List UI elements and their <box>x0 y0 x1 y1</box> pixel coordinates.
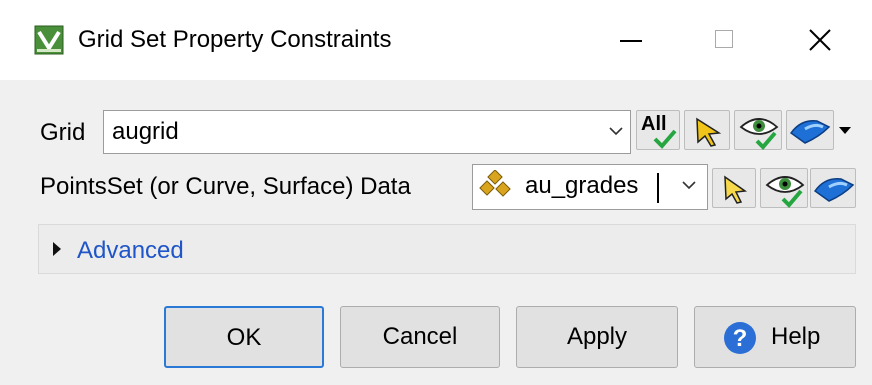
apply-button[interactable]: Apply <box>516 306 678 368</box>
pointset-select-value: au_grades <box>525 172 639 199</box>
text-cursor <box>657 173 659 203</box>
visibility-button[interactable] <box>734 110 782 150</box>
pick-button[interactable] <box>684 110 730 150</box>
select-all-button[interactable]: All <box>636 110 680 150</box>
expand-arrow-icon[interactable] <box>53 242 61 256</box>
grid-label: Grid <box>40 119 86 146</box>
pointset-select[interactable]: au_grades <box>472 164 708 210</box>
pick-arrow-icon <box>724 175 748 204</box>
advanced-link[interactable]: Advanced <box>77 237 184 265</box>
advanced-section[interactable]: Advanced <box>38 224 856 274</box>
minimize-icon[interactable] <box>612 24 652 56</box>
chevron-down-icon <box>609 127 623 136</box>
visibility-eye-icon <box>765 176 805 208</box>
pick-arrow-icon <box>696 117 722 147</box>
help-label: Help <box>771 323 821 350</box>
surface-display-button[interactable] <box>810 168 856 208</box>
title-bar: Grid Set Property Constraints <box>0 0 872 80</box>
pick-button[interactable] <box>712 168 756 208</box>
window-title: Grid Set Property Constraints <box>78 26 392 53</box>
help-button[interactable]: ? Help <box>694 306 856 368</box>
chevron-down-icon <box>682 181 696 190</box>
grid-select[interactable]: augrid <box>103 110 631 154</box>
svg-text:?: ? <box>733 325 748 352</box>
cancel-button[interactable]: Cancel <box>340 306 500 368</box>
dropdown-arrow-icon[interactable] <box>834 110 856 150</box>
points-icon <box>479 170 511 197</box>
close-icon[interactable] <box>800 22 840 58</box>
help-icon: ? <box>724 322 756 354</box>
app-logo-icon <box>34 25 64 55</box>
visibility-button[interactable] <box>760 168 808 208</box>
surface-icon <box>813 178 855 202</box>
surface-display-button[interactable] <box>786 110 834 150</box>
grid-select-value: augrid <box>112 118 179 145</box>
pointset-label: PointsSet (or Curve, Surface) Data <box>40 173 411 200</box>
checkmark-icon <box>653 129 677 149</box>
maximize-icon[interactable] <box>705 24 745 56</box>
visibility-eye-icon <box>739 118 779 150</box>
ok-button[interactable]: OK <box>164 306 324 368</box>
surface-icon <box>789 120 831 144</box>
